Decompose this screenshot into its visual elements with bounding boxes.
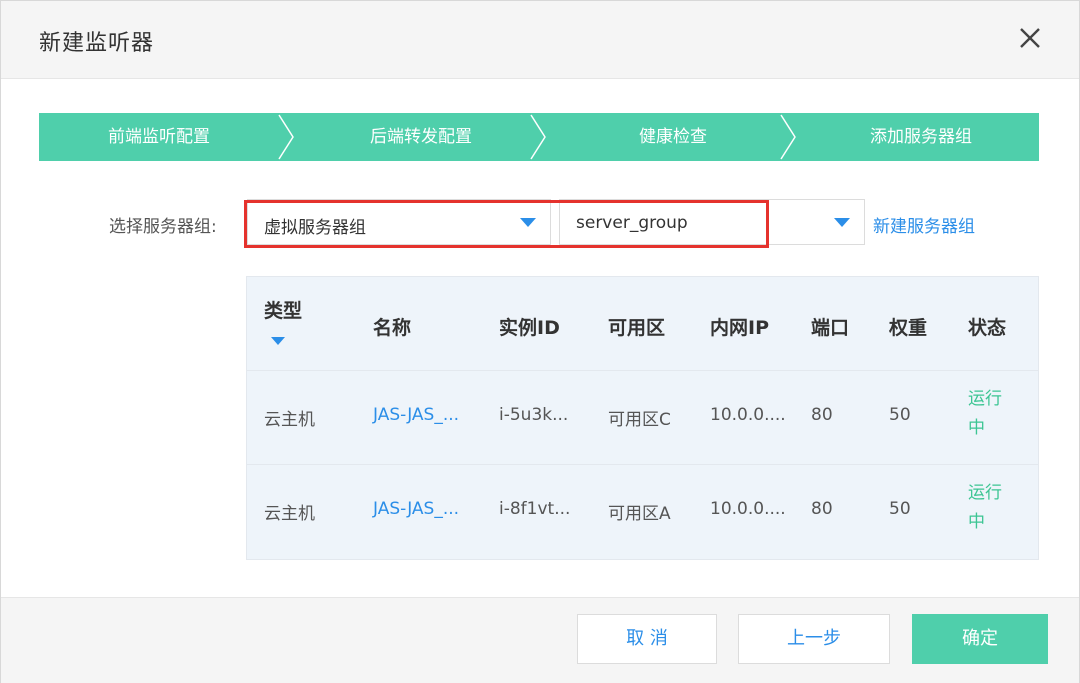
cell-instance-id: i-8f1vt... (499, 499, 571, 519)
step-add-server-group: 添加服务器组 (870, 127, 972, 147)
confirm-button[interactable]: 确定 (912, 614, 1048, 664)
cell-name-link[interactable]: JAS-JAS_... (373, 499, 459, 519)
table-header-row: 类型 名称 实例ID 可用区 内网IP 端口 权重 状态 (247, 277, 1038, 371)
table-row: 云主机 JAS-JAS_... i-8f1vt... 可用区A 10.0.0..… (247, 465, 1038, 559)
cell-name-link[interactable]: JAS-JAS_... (373, 405, 459, 425)
table-row: 云主机 JAS-JAS_... i-5u3k... 可用区C 10.0.0...… (247, 371, 1038, 465)
cell-private-ip: 10.0.0.... (710, 405, 786, 425)
column-header-port: 端口 (811, 317, 850, 339)
step-health-check: 健康检查 (639, 127, 707, 147)
cell-weight: 50 (889, 499, 911, 519)
column-header-name: 名称 (373, 317, 412, 339)
sort-down-icon[interactable] (271, 337, 285, 346)
status-line: 运行 (968, 483, 1002, 503)
status-line: 运行 (968, 389, 1002, 409)
dialog-header: 新建监听器 (1, 1, 1079, 79)
column-header-instance-id: 实例ID (499, 317, 560, 339)
column-header-status: 状态 (968, 317, 1007, 339)
cell-private-ip: 10.0.0.... (710, 499, 786, 519)
step-separator-icon (780, 114, 796, 160)
column-header-private-ip: 内网IP (710, 317, 769, 339)
cell-type: 云主机 (264, 410, 315, 430)
cell-port: 80 (811, 405, 833, 425)
close-icon[interactable] (1013, 21, 1047, 55)
cell-port: 80 (811, 499, 833, 519)
status-badge: 运行 中 (968, 385, 1002, 443)
step-separator-icon (278, 114, 294, 160)
cell-zone: 可用区C (608, 410, 671, 430)
cell-type: 云主机 (264, 504, 315, 524)
step-separator-icon (530, 114, 546, 160)
cell-weight: 50 (889, 405, 911, 425)
dialog-title: 新建监听器 (39, 31, 155, 56)
dropdown-arrow-icon (834, 218, 850, 227)
server-group-name-value: server_group (576, 213, 688, 233)
server-group-type-value: 虚拟服务器组 (264, 218, 366, 238)
column-header-type[interactable]: 类型 (264, 296, 302, 323)
column-header-zone: 可用区 (608, 317, 666, 339)
column-header-weight: 权重 (889, 317, 928, 339)
server-table: 类型 名称 实例ID 可用区 内网IP 端口 权重 状态 云主机 JAS-JAS… (246, 276, 1039, 560)
server-group-name-select[interactable]: server_group (559, 199, 865, 245)
wizard-steps: 前端监听配置 后端转发配置 健康检查 添加服务器组 (39, 113, 1039, 161)
cell-zone: 可用区A (608, 504, 671, 524)
new-listener-dialog: 新建监听器 前端监听配置 后端转发配置 健康检查 添加服务器组 选择服务器组: … (0, 0, 1080, 683)
step-backend-forward: 后端转发配置 (370, 127, 472, 147)
cancel-button[interactable]: 取 消 (577, 614, 717, 664)
status-line: 中 (968, 512, 985, 532)
status-line: 中 (968, 418, 985, 438)
cell-instance-id: i-5u3k... (499, 405, 569, 425)
dropdown-arrow-icon (520, 218, 536, 227)
step-frontend-listener: 前端监听配置 (108, 127, 210, 147)
dialog-footer: 取 消 上一步 确定 (1, 597, 1079, 683)
previous-step-button[interactable]: 上一步 (738, 614, 890, 664)
server-group-label: 选择服务器组: (109, 217, 217, 237)
status-badge: 运行 中 (968, 479, 1002, 537)
new-server-group-link[interactable]: 新建服务器组 (873, 212, 975, 237)
server-group-type-select[interactable]: 虚拟服务器组 (247, 199, 551, 245)
